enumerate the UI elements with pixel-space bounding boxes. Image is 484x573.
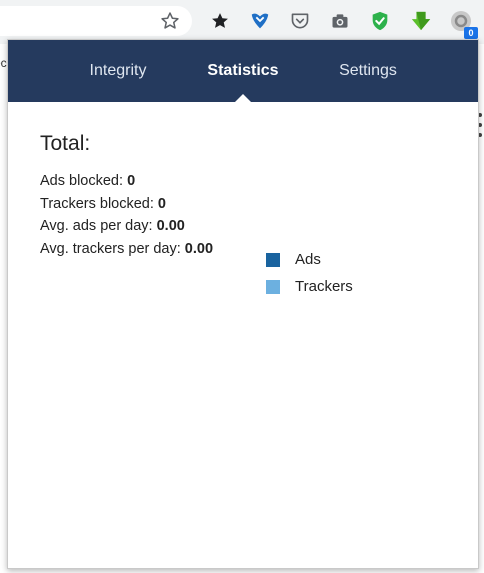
stat-value: 0.00 [184,240,214,257]
stat-label: Avg. ads per day: [40,218,157,234]
camera-icon[interactable] [328,9,352,33]
pocket-icon[interactable] [288,9,312,33]
green-shield-check-icon[interactable] [368,9,392,33]
legend-label: Trackers [295,278,353,295]
stat-label: Trackers blocked: [40,195,158,212]
page-fragment-text: ec [0,56,7,70]
total-heading: Total: [40,132,91,155]
extension-popup: Integrity Statistics Settings Total: Ads… [7,39,479,569]
stat-value: 0.00 [156,218,185,234]
star-filled-icon[interactable] [208,9,232,33]
legend-item-ads: Ads [266,246,353,273]
green-download-arrow-icon[interactable] [409,9,433,33]
bookmark-star-outline-icon[interactable] [158,9,182,33]
browser-toolbar: 0 [0,0,484,44]
stat-trackers-blocked: Trackers blocked: 0 [40,193,213,216]
tab-statistics[interactable]: Statistics [188,40,298,102]
heart-shield-icon[interactable] [248,9,272,33]
extension-badge: 0 [464,27,478,39]
stat-ads-blocked: Ads blocked: 0 [40,170,213,193]
stat-value: 0 [127,173,136,189]
stat-value: 0 [157,195,166,212]
active-tab-indicator [235,94,251,102]
trackers-swatch [266,279,280,294]
statistics-panel: Total: Ads blocked: 0 Trackers blocked: … [40,132,213,260]
legend-label: Ads [295,251,321,268]
popup-tab-bar: Integrity Statistics Settings [8,40,478,102]
chart-legend: Ads Trackers [266,246,353,300]
ads-swatch [266,252,280,267]
stat-avg-trackers-per-day: Avg. trackers per day: 0.00 [40,238,213,261]
legend-item-trackers: Trackers [266,273,353,300]
stat-avg-ads-per-day: Avg. ads per day: 0.00 [40,215,213,238]
stat-label: Avg. trackers per day: [40,240,185,257]
stat-label: Ads blocked: [40,173,128,189]
tab-integrity[interactable]: Integrity [66,40,170,102]
tab-settings[interactable]: Settings [316,40,420,102]
